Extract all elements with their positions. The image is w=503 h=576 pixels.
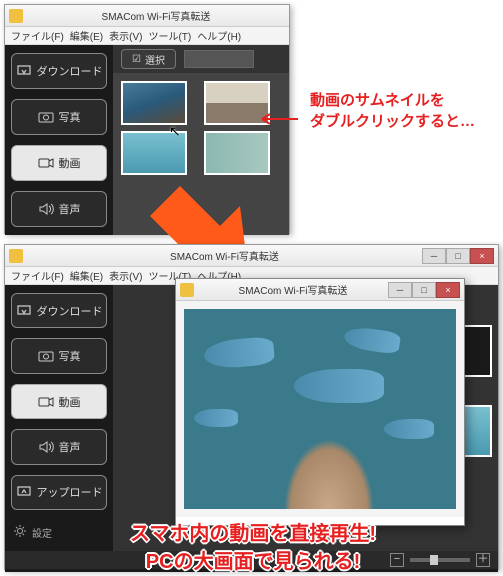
menu-edit[interactable]: 編集(E)	[68, 28, 105, 43]
cursor-icon: ↖	[169, 123, 181, 140]
menu-file[interactable]: ファイル(F)	[9, 268, 66, 283]
download-label: ダウンロード	[37, 303, 103, 319]
window-title: SMACom Wi-Fi写真転送	[27, 8, 285, 23]
preview-window: SMACom Wi-Fi写真転送 ─ □ ×	[175, 278, 465, 526]
zoom-slider[interactable]	[410, 558, 470, 562]
upload-button[interactable]: アップロード	[11, 475, 107, 510]
video-label: 動画	[59, 394, 81, 410]
arrow-small-icon	[254, 112, 298, 126]
app-icon	[180, 283, 194, 297]
app-icon	[9, 249, 23, 263]
video-label: 動画	[59, 155, 81, 171]
audio-label: 音声	[59, 439, 81, 455]
menu-view[interactable]: 表示(V)	[107, 28, 144, 43]
video-icon	[38, 395, 54, 409]
menu-edit[interactable]: 編集(E)	[68, 268, 105, 283]
download-button[interactable]: ダウンロード	[11, 293, 107, 328]
annotation-line2: ダブルクリックすると…	[310, 111, 475, 132]
download-button[interactable]: ダウンロード	[11, 53, 107, 89]
photo-label: 写真	[59, 348, 81, 364]
gear-icon	[13, 524, 27, 541]
window-title: SMACom Wi-Fi写真転送	[27, 248, 422, 263]
zoom-in-button[interactable]: ＋	[476, 553, 490, 567]
preview-body	[176, 301, 464, 517]
annotation-line4: PCの大画面で見られる!	[130, 548, 376, 576]
zoom-out-button[interactable]: −	[390, 553, 404, 567]
close-button[interactable]: ×	[470, 248, 494, 264]
app-icon	[9, 9, 23, 23]
photo-label: 写真	[59, 109, 81, 125]
content-toolbar: ☑ 選択	[113, 45, 289, 73]
upload-label: アップロード	[37, 484, 103, 500]
select-label: 選択	[145, 52, 165, 67]
annotation-bottom: スマホ内の動画を直接再生! PCの大画面で見られる!	[130, 520, 376, 576]
photo-button[interactable]: 写真	[11, 99, 107, 135]
video-thumbnail[interactable]	[204, 131, 270, 175]
settings-label: 設定	[32, 525, 52, 540]
sidebar: ダウンロード 写真 動画 音声 アップロード 設定	[5, 285, 113, 553]
titlebar[interactable]: SMACom Wi-Fi写真転送	[5, 5, 289, 27]
minimize-button[interactable]: ─	[422, 248, 446, 264]
window-controls: ─ □ ×	[388, 282, 460, 298]
thumbnail-grid	[113, 73, 289, 183]
photo-button[interactable]: 写真	[11, 338, 107, 373]
audio-label: 音声	[59, 201, 81, 217]
annotation-line3: スマホ内の動画を直接再生!	[130, 520, 376, 548]
menu-tool[interactable]: ツール(T)	[146, 28, 193, 43]
video-button[interactable]: 動画	[11, 145, 107, 181]
titlebar[interactable]: SMACom Wi-Fi写真転送 ─ □ ×	[176, 279, 464, 301]
preview-title: SMACom Wi-Fi写真転送	[198, 282, 388, 297]
camera-icon	[38, 110, 54, 124]
titlebar[interactable]: SMACom Wi-Fi写真転送 ─ □ ×	[5, 245, 498, 267]
menubar[interactable]: ファイル(F) 編集(E) 表示(V) ツール(T) ヘルプ(H)	[5, 27, 289, 45]
audio-button[interactable]: 音声	[11, 429, 107, 464]
speaker-icon	[38, 202, 54, 216]
download-label: ダウンロード	[37, 63, 103, 79]
check-icon: ☑	[132, 54, 141, 65]
select-button[interactable]: ☑ 選択	[121, 49, 176, 69]
speaker-icon	[38, 440, 54, 454]
window-controls: ─ □ ×	[422, 248, 494, 264]
video-thumbnail[interactable]	[121, 81, 187, 125]
maximize-button[interactable]: □	[412, 282, 436, 298]
download-icon	[16, 304, 32, 318]
settings-button[interactable]: 設定	[11, 520, 107, 545]
menu-view[interactable]: 表示(V)	[107, 268, 144, 283]
download-icon	[16, 64, 32, 78]
menu-file[interactable]: ファイル(F)	[9, 28, 66, 43]
upload-icon	[16, 485, 32, 499]
sidebar: ダウンロード 写真 動画 音声	[5, 45, 113, 235]
close-button[interactable]: ×	[436, 282, 460, 298]
video-icon	[38, 156, 54, 170]
menu-help[interactable]: ヘルプ(H)	[195, 28, 243, 43]
video-button[interactable]: 動画	[11, 384, 107, 419]
annotation-line1: 動画のサムネイルを	[310, 90, 475, 111]
search-input[interactable]	[184, 50, 254, 68]
audio-button[interactable]: 音声	[11, 191, 107, 227]
maximize-button[interactable]: □	[446, 248, 470, 264]
minimize-button[interactable]: ─	[388, 282, 412, 298]
video-frame[interactable]	[184, 309, 456, 509]
camera-icon	[38, 349, 54, 363]
annotation-top: 動画のサムネイルを ダブルクリックすると…	[310, 90, 475, 132]
